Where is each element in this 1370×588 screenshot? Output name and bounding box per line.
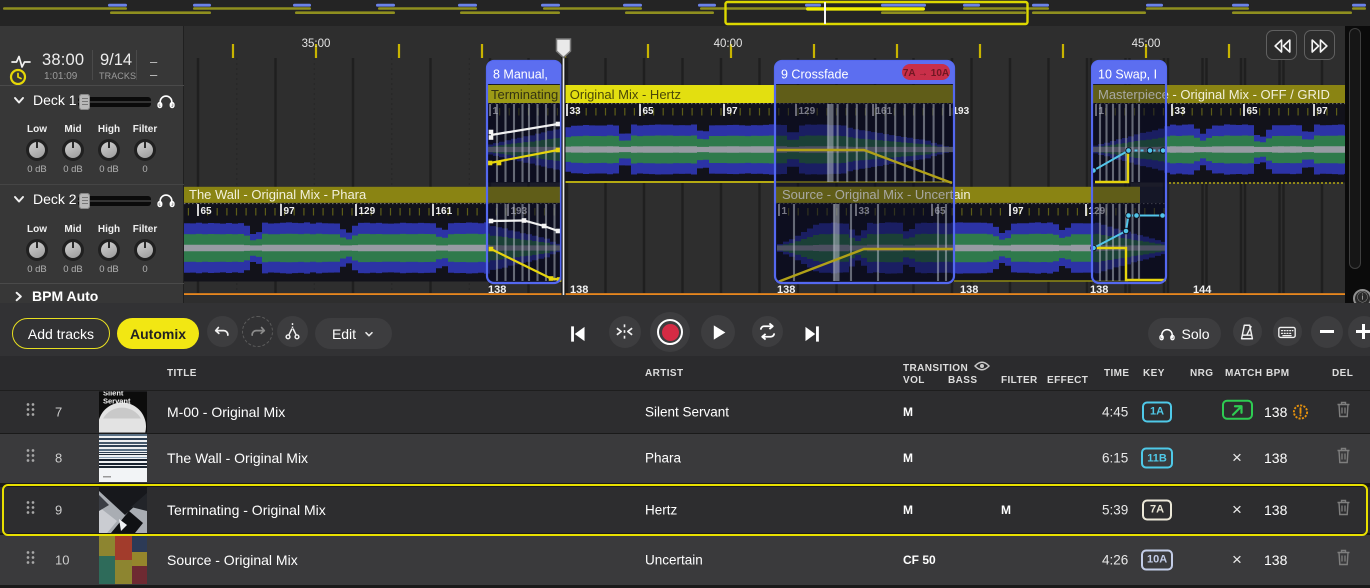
svg-text:10 Swap, I: 10 Swap, I	[1098, 68, 1157, 82]
svg-text:65: 65	[201, 206, 213, 217]
svg-text:8 Manual,: 8 Manual,	[493, 68, 548, 82]
svg-text:33: 33	[570, 106, 582, 117]
svg-text:65: 65	[643, 106, 655, 117]
svg-text:40:00: 40:00	[714, 38, 743, 50]
svg-text:129: 129	[359, 206, 376, 217]
svg-text:97: 97	[1013, 206, 1025, 217]
svg-text:35:00: 35:00	[302, 38, 331, 50]
svg-text:Servant: Servant	[103, 396, 131, 405]
svg-text:The Wall - Original Mix - Phar: The Wall - Original Mix - Phara	[189, 187, 367, 202]
svg-text:161: 161	[436, 206, 453, 217]
svg-text:65: 65	[1247, 106, 1259, 117]
svg-text:97: 97	[727, 106, 739, 117]
svg-text:97: 97	[1317, 106, 1329, 117]
svg-text:45:00: 45:00	[1132, 38, 1161, 50]
svg-text:7A → 10A: 7A → 10A	[903, 68, 949, 79]
svg-text:97: 97	[284, 206, 296, 217]
svg-text:9 Crossfade: 9 Crossfade	[781, 68, 848, 82]
svg-text:33: 33	[1175, 106, 1187, 117]
